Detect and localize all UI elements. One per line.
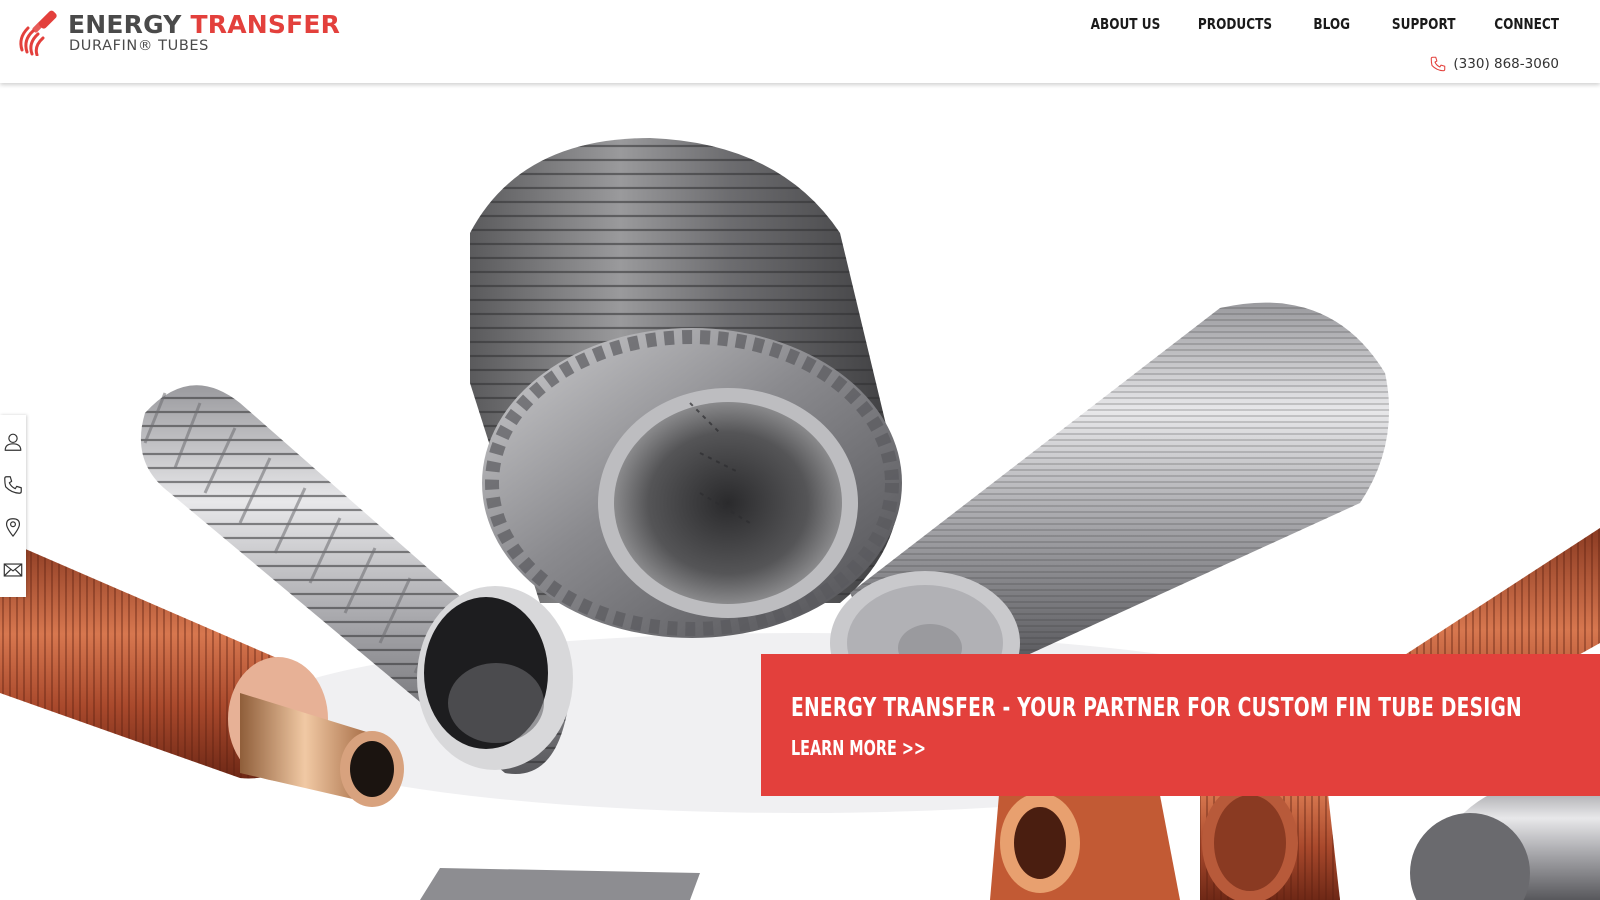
nav-link-support[interactable]: SUPPORT <box>1391 13 1455 35</box>
phone-icon[interactable] <box>2 474 24 496</box>
brand-mark-icon <box>19 10 57 56</box>
mail-icon[interactable] <box>2 559 24 581</box>
nav-link-connect[interactable]: CONNECT <box>1494 13 1559 35</box>
header-phone[interactable]: (330) 868-3060 <box>1429 55 1559 73</box>
phone-icon <box>1431 56 1446 72</box>
cta-headline: ENERGY TRANSFER - YOUR PARTNER FOR CUSTO… <box>791 693 1522 723</box>
nav-link-about-us[interactable]: ABOUT US <box>1090 13 1160 35</box>
brand-subtitle: DURAFIN® TUBES <box>69 38 209 54</box>
nav-link-products[interactable]: PRODUCTS <box>1198 13 1272 35</box>
cta-learn-more-link[interactable]: LEARN MORE >> <box>791 735 926 761</box>
site-header: ENERGY TRANSFER DURAFIN® TUBES ABOUT US … <box>0 0 1600 83</box>
user-icon[interactable] <box>2 431 24 453</box>
brand-title-word2: TRANSFER <box>190 10 341 39</box>
cta-banner[interactable]: ENERGY TRANSFER - YOUR PARTNER FOR CUSTO… <box>761 654 1600 796</box>
brand-title: ENERGY TRANSFER <box>68 11 340 39</box>
location-pin-icon[interactable] <box>2 516 24 538</box>
hero-section: ENERGY TRANSFER - YOUR PARTNER FOR CUSTO… <box>0 83 1600 900</box>
brand-title-word1: ENERGY <box>68 10 182 39</box>
center-finned-tube <box>470 138 902 638</box>
phone-number[interactable]: (330) 868-3060 <box>1453 56 1559 72</box>
brand-logo[interactable]: ENERGY TRANSFER DURAFIN® TUBES <box>14 10 340 56</box>
side-contact-bar <box>0 415 26 597</box>
nav-link-blog[interactable]: BLOG <box>1313 13 1350 35</box>
